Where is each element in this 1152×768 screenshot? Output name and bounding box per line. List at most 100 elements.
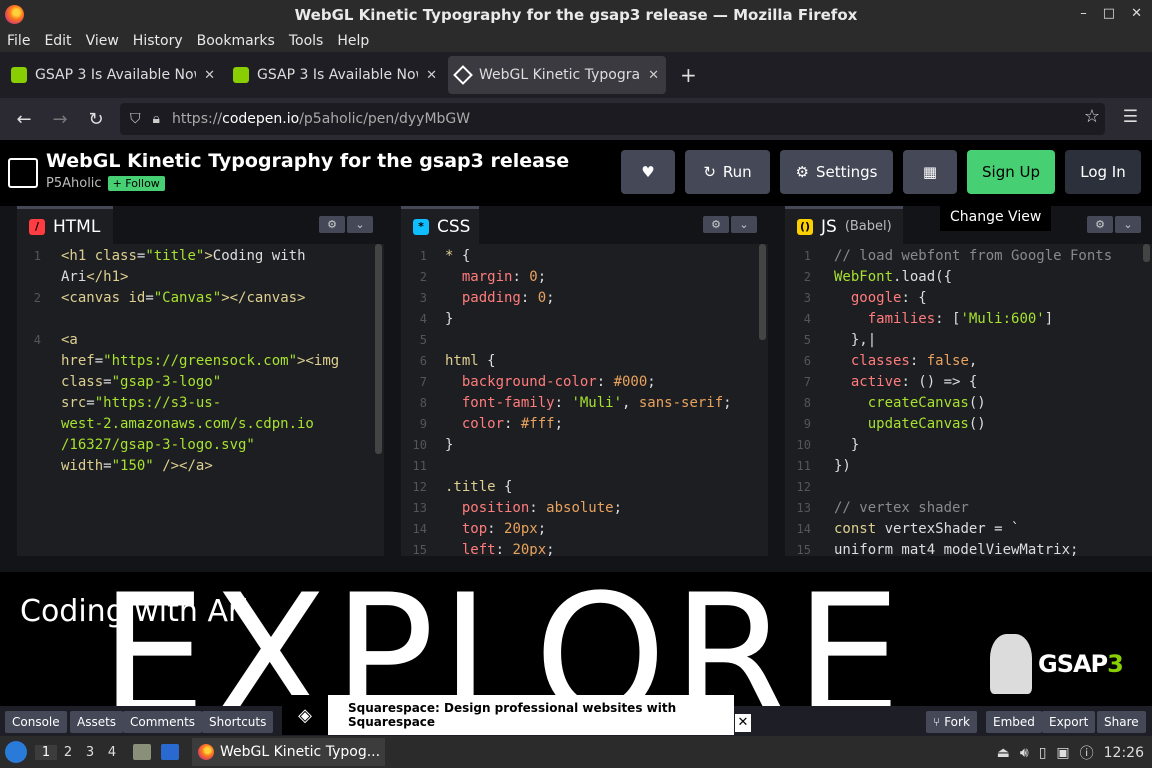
export-button[interactable]: Export: [1042, 711, 1096, 733]
tab-label: GSAP 3 Is Available Now!: [257, 67, 419, 83]
url-host: codepen.io: [222, 111, 300, 127]
css-code[interactable]: * { margin: 0; padding: 0; } html { back…: [445, 246, 732, 561]
close-icon[interactable]: ✕: [1131, 6, 1142, 21]
menu-file[interactable]: File: [7, 33, 30, 49]
volume-icon[interactable]: 🔊︎: [1020, 745, 1029, 761]
tab-close-icon[interactable]: ✕: [426, 68, 437, 83]
gsap-text: GSAP: [1038, 650, 1108, 678]
workspace-3[interactable]: 3: [79, 745, 101, 760]
menu-view[interactable]: View: [86, 33, 119, 49]
share-button[interactable]: Share: [1097, 711, 1146, 733]
heart-button[interactable]: ♥: [621, 150, 675, 194]
minimize-icon[interactable]: –: [1080, 6, 1087, 21]
upload-icon[interactable]: ⏏: [997, 745, 1010, 761]
pane-collapse-icon[interactable]: ⌄: [1115, 216, 1141, 233]
pane-settings-icon[interactable]: ⚙: [319, 216, 345, 233]
workspace-2[interactable]: 2: [57, 745, 79, 760]
start-menu-icon[interactable]: [5, 741, 27, 763]
maximize-icon[interactable]: □: [1103, 6, 1115, 21]
forward-icon[interactable]: →: [42, 109, 78, 130]
settings-label: Settings: [815, 163, 878, 181]
notification-icon[interactable]: ⓘ: [1080, 743, 1094, 763]
file-manager-icon[interactable]: [133, 744, 151, 760]
system-tray: ⏏ 🔊︎ ▯ ▣ ⓘ 12:26: [997, 743, 1144, 763]
menu-bar: File Edit View History Bookmarks Tools H…: [0, 30, 1152, 52]
css-scrollbar[interactable]: [759, 244, 766, 340]
lock-icon[interactable]: 🔒︎: [153, 111, 160, 127]
menu-bookmarks[interactable]: Bookmarks: [197, 33, 275, 49]
url-bar[interactable]: ⛉ 🔒︎ https://codepen.io/p5aholic/pen/dyy…: [120, 103, 1105, 135]
workspace-1[interactable]: 1: [35, 744, 57, 760]
css-pane: * CSS ⚙ ⌄ 1 2 3 4 5 6 7 8 9 10 11 12 13 …: [401, 206, 768, 558]
js-code[interactable]: // load webfont from Google Fonts WebFon…: [834, 246, 1112, 561]
console-button[interactable]: Console: [5, 711, 67, 733]
menu-help[interactable]: Help: [337, 33, 369, 49]
squarespace-ad[interactable]: ◈ Squarespace: Design professional websi…: [282, 695, 734, 735]
gsap-logo[interactable]: GSAP3: [990, 632, 1140, 696]
html-tab[interactable]: / HTML: [17, 206, 113, 244]
hamburger-menu-icon[interactable]: ☰: [1123, 107, 1138, 127]
firefox-icon: [5, 5, 24, 24]
ad-close-icon[interactable]: ✕: [735, 714, 751, 732]
comments-button[interactable]: Comments: [123, 711, 203, 733]
author-name[interactable]: P5Aholic: [46, 176, 102, 191]
tab-close-icon[interactable]: ✕: [648, 68, 659, 83]
run-button[interactable]: ↻ Run: [685, 150, 770, 194]
js-tab-sub: (Babel): [844, 219, 892, 234]
url-scheme: https://: [171, 111, 223, 127]
tab-gsap-1[interactable]: GSAP 3 Is Available Now! ✕: [4, 56, 222, 94]
taskbar-window-label: WebGL Kinetic Typog...: [220, 744, 381, 760]
pane-collapse-icon[interactable]: ⌄: [731, 216, 757, 233]
resize-handle[interactable]: [0, 556, 1152, 572]
follow-button[interactable]: + Follow: [107, 176, 165, 191]
js-scrollbar[interactable]: [1143, 244, 1150, 262]
preview-frame[interactable]: EXPLORE Coding with Ari GSAP3: [0, 572, 1152, 706]
menu-edit[interactable]: Edit: [44, 33, 71, 49]
pane-collapse-icon[interactable]: ⌄: [347, 216, 373, 233]
window-title: WebGL Kinetic Typography for the gsap3 r…: [294, 6, 858, 24]
layout-icon: ▦: [922, 163, 938, 181]
desktop-icon[interactable]: [161, 744, 179, 760]
bookmark-star-icon[interactable]: ☆: [1084, 106, 1100, 127]
shortcuts-button[interactable]: Shortcuts: [202, 711, 274, 733]
html-lang-icon: /: [29, 218, 45, 235]
signup-button[interactable]: Sign Up: [967, 150, 1055, 194]
menu-history[interactable]: History: [133, 33, 183, 49]
pane-settings-icon[interactable]: ⚙: [703, 216, 729, 233]
codepen-logo-icon[interactable]: [8, 158, 38, 188]
run-label: Run: [722, 163, 752, 181]
window-titlebar: WebGL Kinetic Typography for the gsap3 r…: [0, 0, 1152, 30]
kinetic-text: EXPLORE: [100, 572, 908, 706]
tab-gsap-2[interactable]: GSAP 3 Is Available Now! ✕: [226, 56, 444, 94]
network-icon[interactable]: ▣: [1056, 745, 1069, 761]
reload-icon[interactable]: ↻: [78, 109, 114, 130]
codepen-favicon-icon: [453, 65, 473, 85]
tab-close-icon[interactable]: ✕: [204, 68, 215, 83]
fork-button[interactable]: ⑂ Fork: [926, 711, 977, 733]
html-code[interactable]: <h1 class="title">Coding with Ari</h1> <…: [61, 246, 339, 477]
os-taskbar: 1 2 3 4 WebGL Kinetic Typog... ⏏ 🔊︎ ▯ ▣ …: [0, 736, 1152, 768]
back-icon[interactable]: ←: [6, 109, 42, 130]
new-tab-button[interactable]: +: [680, 63, 697, 87]
shield-icon[interactable]: ⛉: [130, 111, 141, 127]
menu-tools[interactable]: Tools: [289, 33, 324, 49]
embed-button[interactable]: Embed: [986, 711, 1042, 733]
change-view-button[interactable]: ▦: [903, 150, 957, 194]
css-tab[interactable]: * CSS: [401, 206, 479, 244]
login-button[interactable]: Log In: [1065, 150, 1141, 194]
assets-button[interactable]: Assets: [70, 711, 124, 733]
pen-author-line: P5Aholic + Follow: [46, 176, 165, 191]
heart-icon: ♥: [641, 163, 655, 181]
tab-codepen[interactable]: WebGL Kinetic Typography ✕: [448, 56, 666, 94]
pane-settings-icon[interactable]: ⚙: [1087, 216, 1113, 233]
html-scrollbar[interactable]: [375, 244, 382, 454]
settings-button[interactable]: ⚙ Settings: [780, 150, 893, 194]
tab-bar: GSAP 3 Is Available Now! ✕ GSAP 3 Is Ava…: [0, 52, 1152, 98]
tab-label: WebGL Kinetic Typography: [479, 67, 641, 83]
js-pane: () JS (Babel) ⚙ ⌄ 1 2 3 4 5 6 7 8 9 10 1…: [785, 206, 1152, 558]
gsap-hero-icon: [990, 634, 1032, 694]
workspace-4[interactable]: 4: [101, 745, 123, 760]
taskbar-firefox-window[interactable]: WebGL Kinetic Typog...: [192, 738, 385, 766]
clipboard-icon[interactable]: ▯: [1039, 745, 1047, 761]
js-tab[interactable]: () JS (Babel): [785, 206, 903, 244]
